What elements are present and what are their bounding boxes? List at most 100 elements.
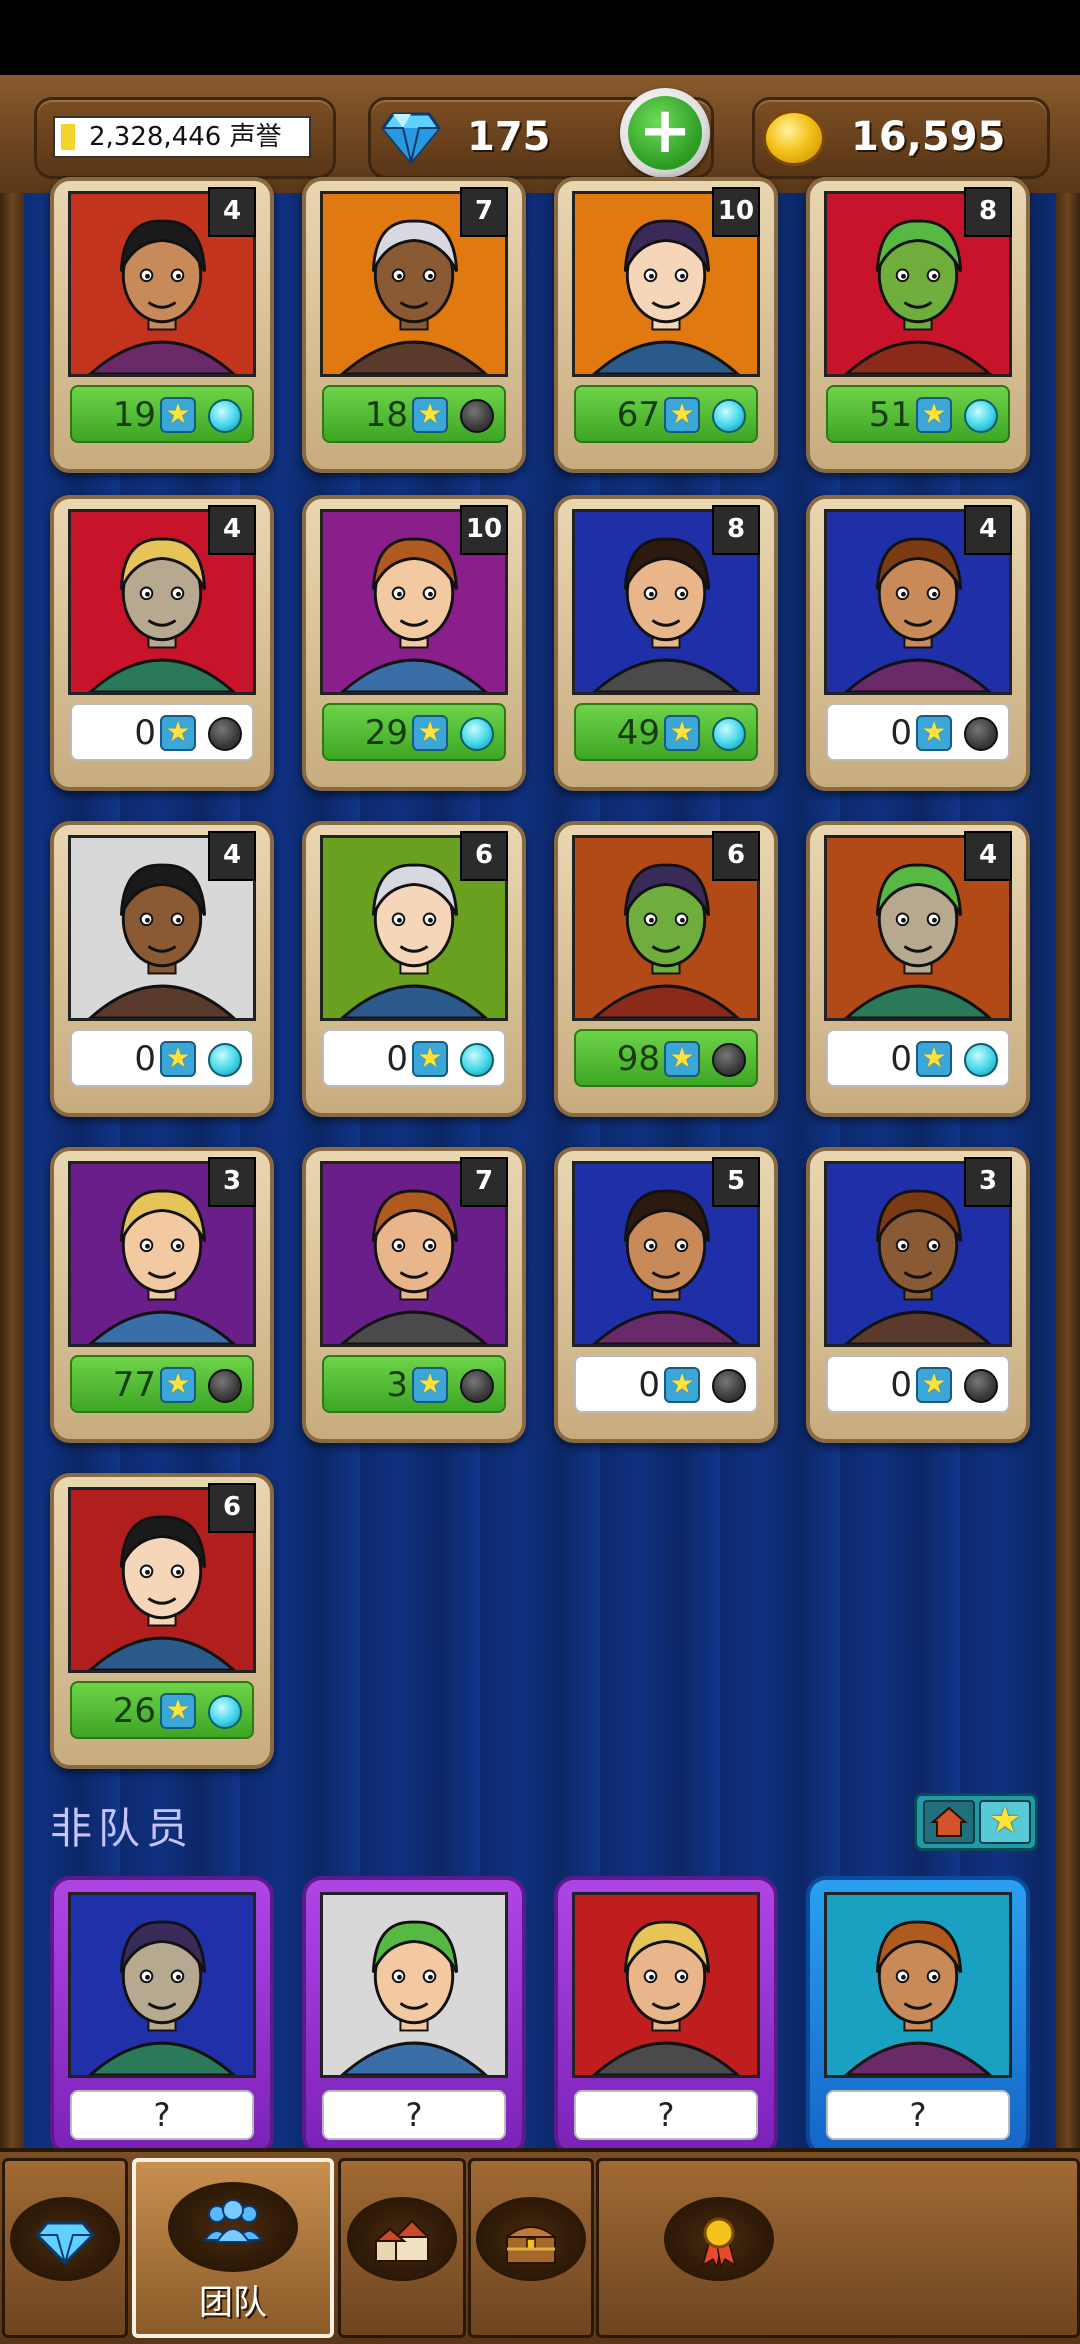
- status-orb-active-icon: [208, 1043, 242, 1077]
- team-board: 4 19 ★ 7 18 ★ 10 67 ★ 8 51 ★ 4 0 ★ 10 29…: [0, 177, 1080, 2156]
- diamond-icon: [381, 112, 441, 164]
- star-icon: ★: [160, 397, 196, 433]
- level-badge: 4: [964, 831, 1012, 881]
- status-orb-inactive-icon: [964, 1369, 998, 1403]
- level-badge: 4: [208, 831, 256, 881]
- status-orb-inactive-icon: [208, 1369, 242, 1403]
- star-count: 19: [112, 395, 156, 435]
- star-count-bar: 67 ★: [574, 385, 758, 443]
- star-count: 0: [890, 713, 912, 753]
- star-count-bar: 29 ★: [322, 703, 506, 761]
- gold-counter[interactable]: 16,595: [752, 97, 1050, 179]
- team-member-card[interactable]: 4 19 ★: [50, 177, 274, 473]
- team-member-card[interactable]: 6 26 ★: [50, 1473, 274, 1769]
- team-member-card[interactable]: 6 98 ★: [554, 821, 778, 1117]
- team-member-card[interactable]: 8 51 ★: [806, 177, 1030, 473]
- buy-gems-button[interactable]: +: [620, 88, 710, 178]
- level-badge: 8: [964, 187, 1012, 237]
- filter-toggle[interactable]: ★: [914, 1793, 1038, 1851]
- status-orb-active-icon: [964, 1043, 998, 1077]
- level-badge: 7: [460, 187, 508, 237]
- star-icon: ★: [412, 397, 448, 433]
- team-member-card[interactable]: 7 3 ★: [302, 1147, 526, 1443]
- star-count: 0: [890, 1365, 912, 1405]
- level-badge: 7: [460, 1157, 508, 1207]
- star-count: 18: [364, 395, 408, 435]
- level-badge: 4: [208, 505, 256, 555]
- gold-coin-icon: [763, 110, 825, 166]
- star-icon: ★: [664, 397, 700, 433]
- star-count: 51: [868, 395, 912, 435]
- honor-counter[interactable]: 2,328,446 声誉: [34, 97, 336, 179]
- non-member-card[interactable]: ?: [806, 1876, 1030, 2156]
- non-member-card[interactable]: ?: [554, 1876, 778, 2156]
- status-orb-inactive-icon: [712, 1043, 746, 1077]
- team-member-card[interactable]: 10 29 ★: [302, 495, 526, 791]
- status-orb-inactive-icon: [460, 399, 494, 433]
- unknown-stat-label: ?: [826, 2090, 1010, 2140]
- star-count-bar: 0 ★: [70, 1029, 254, 1087]
- nav-team-label: 团队: [199, 2283, 267, 2323]
- team-member-card[interactable]: 4 0 ★: [50, 495, 274, 791]
- nav-town-button[interactable]: [338, 2158, 466, 2338]
- character-portrait: [68, 1892, 256, 2078]
- status-orb-active-icon: [460, 1043, 494, 1077]
- non-member-card[interactable]: ?: [302, 1876, 526, 2156]
- nav-awards-button[interactable]: [596, 2158, 1080, 2338]
- home-filter-icon[interactable]: [923, 1800, 975, 1844]
- star-icon: ★: [160, 1041, 196, 1077]
- star-count: 77: [112, 1365, 156, 1405]
- team-member-card[interactable]: 3 77 ★: [50, 1147, 274, 1443]
- status-orb-active-icon: [208, 399, 242, 433]
- star-icon: ★: [916, 1041, 952, 1077]
- star-count-bar: 51 ★: [826, 385, 1010, 443]
- star-icon: ★: [160, 715, 196, 751]
- gem-value: 175: [467, 114, 551, 160]
- level-badge: 3: [964, 1157, 1012, 1207]
- star-count-bar: 0 ★: [70, 703, 254, 761]
- star-count: 49: [616, 713, 660, 753]
- team-member-card[interactable]: 7 18 ★: [302, 177, 526, 473]
- team-member-card[interactable]: 4 0 ★: [806, 495, 1030, 791]
- character-portrait: [572, 1892, 760, 2078]
- status-orb-active-icon: [208, 1695, 242, 1729]
- unknown-stat-label: ?: [574, 2090, 758, 2140]
- status-orb-inactive-icon: [964, 717, 998, 751]
- star-count-bar: 18 ★: [322, 385, 506, 443]
- star-count: 67: [616, 395, 660, 435]
- level-badge: 8: [712, 505, 760, 555]
- status-orb-active-icon: [712, 399, 746, 433]
- level-badge: 6: [712, 831, 760, 881]
- team-member-card[interactable]: 3 0 ★: [806, 1147, 1030, 1443]
- star-filter-icon[interactable]: ★: [979, 1800, 1031, 1844]
- star-count: 0: [386, 1039, 408, 1079]
- non-member-card[interactable]: ?: [50, 1876, 274, 2156]
- team-member-card[interactable]: 6 0 ★: [302, 821, 526, 1117]
- nav-shop-button[interactable]: [2, 2158, 128, 2338]
- team-member-card[interactable]: 8 49 ★: [554, 495, 778, 791]
- status-bar: [0, 0, 1080, 75]
- star-icon: ★: [916, 397, 952, 433]
- level-badge: 10: [460, 505, 508, 555]
- nav-team-button[interactable]: 团队: [132, 2158, 334, 2338]
- star-icon: ★: [916, 1367, 952, 1403]
- star-icon: ★: [412, 1041, 448, 1077]
- nav-chest-button[interactable]: [468, 2158, 594, 2338]
- team-member-card[interactable]: 4 0 ★: [806, 821, 1030, 1117]
- team-member-card[interactable]: 10 67 ★: [554, 177, 778, 473]
- star-count-bar: 98 ★: [574, 1029, 758, 1087]
- unknown-stat-label: ?: [322, 2090, 506, 2140]
- treasure-chest-icon: [504, 2226, 558, 2264]
- level-badge: 3: [208, 1157, 256, 1207]
- team-member-card[interactable]: 4 0 ★: [50, 821, 274, 1117]
- star-count-bar: 49 ★: [574, 703, 758, 761]
- gold-value: 16,595: [851, 114, 1006, 160]
- honor-progress-icon: [61, 124, 75, 150]
- star-count: 3: [386, 1365, 408, 1405]
- unknown-stat-label: ?: [70, 2090, 254, 2140]
- star-count-bar: 19 ★: [70, 385, 254, 443]
- team-member-card[interactable]: 5 0 ★: [554, 1147, 778, 1443]
- status-orb-inactive-icon: [460, 1369, 494, 1403]
- non-members-heading: 非队员: [50, 1804, 195, 1853]
- star-count: 0: [134, 713, 156, 753]
